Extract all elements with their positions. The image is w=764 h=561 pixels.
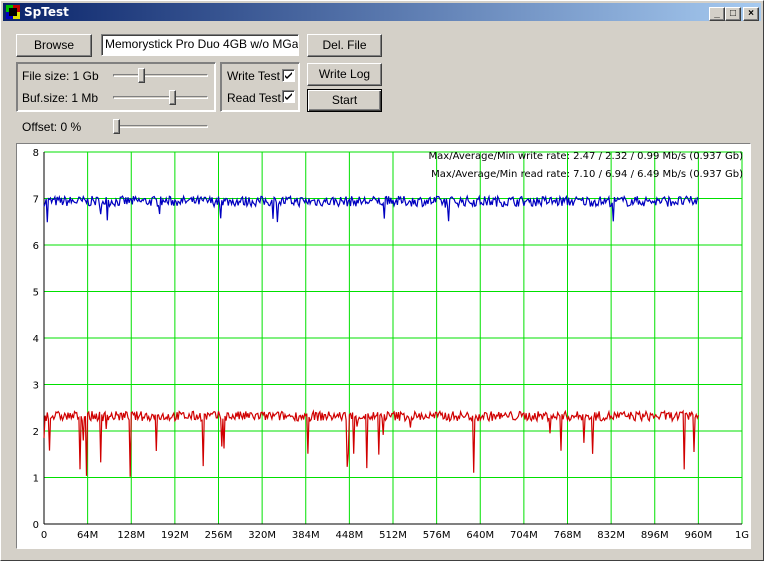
x-tick-label: 576M: [423, 530, 451, 541]
x-tick-label: 64M: [77, 530, 98, 541]
write-test-checkbox[interactable]: [282, 69, 295, 82]
x-tick-label: 704M: [510, 530, 538, 541]
y-tick-label: 0: [33, 520, 39, 531]
x-tick-label: 896M: [641, 530, 669, 541]
x-tick-label: 384M: [292, 530, 320, 541]
write-log-button[interactable]: Write Log: [307, 63, 382, 86]
y-tick-label: 5: [33, 288, 39, 299]
maximize-button[interactable]: □: [725, 7, 741, 21]
x-tick-label: 768M: [554, 530, 582, 541]
x-tick-label: 1G: [735, 530, 749, 541]
x-tick-label: 960M: [685, 530, 713, 541]
y-tick-label: 1: [33, 474, 39, 485]
x-tick-label: 192M: [161, 530, 189, 541]
x-tick-label: 448M: [336, 530, 364, 541]
y-tick-label: 2: [33, 427, 39, 438]
title-bar[interactable]: SpTest _ □ ×: [3, 3, 761, 21]
y-tick-label: 4: [33, 334, 39, 345]
speed-chart: 0 1 2 3 4 5 6 7 8 0 64M 128M 192M 256M 320M 384M 448M 51…: [33, 148, 749, 541]
checkmark-icon: [285, 72, 292, 79]
buf-size-slider-thumb[interactable]: [169, 90, 176, 105]
y-tick-label: 3: [33, 381, 39, 392]
x-tick-label: 256M: [205, 530, 233, 541]
read-rate-series: [43, 194, 699, 223]
close-button[interactable]: ×: [743, 7, 759, 21]
x-tick-label: 0: [41, 530, 47, 541]
buf-size-slider-track[interactable]: [113, 96, 208, 99]
x-tick-label: 832M: [597, 530, 625, 541]
file-path-input[interactable]: Memorystick Pro Duo 4GB w/o MGate: [101, 34, 299, 56]
read-test-label[interactable]: Read Test: [227, 91, 281, 105]
buf-size-label: Buf.size: 1 Mb: [22, 91, 99, 105]
offset-label: Offset: 0 %: [22, 120, 82, 134]
del-file-button[interactable]: Del. File: [307, 34, 382, 57]
y-axis-ticks: 0 1 2 3 4 5 6 7 8: [33, 148, 39, 531]
minimize-button[interactable]: _: [709, 7, 725, 21]
app-icon: [6, 5, 20, 19]
browse-button[interactable]: Browse: [16, 34, 92, 57]
file-size-label: File size: 1 Gb: [22, 69, 99, 83]
maximize-icon: □: [729, 8, 737, 19]
speed-graph: 0 1 2 3 4 5 6 7 8 0 64M 128M 192M 256M 320M 384M 448M 51…: [16, 143, 751, 549]
series-lines: [43, 194, 699, 477]
read-test-checkbox[interactable]: [282, 90, 295, 103]
offset-slider-track[interactable]: [113, 125, 208, 128]
file-size-slider-thumb[interactable]: [138, 68, 145, 83]
close-icon: ×: [748, 8, 754, 19]
read-rate-annotation: Max/Average/Min read rate: 7.10 / 6.94 /…: [431, 169, 743, 180]
sptest-window: SpTest _ □ × Browse Memorystick Pro Duo …: [0, 0, 764, 561]
file-size-slider-track[interactable]: [113, 74, 208, 77]
minimize-icon: _: [714, 8, 720, 19]
x-tick-label: 128M: [117, 530, 145, 541]
x-tick-label: 640M: [466, 530, 494, 541]
start-button[interactable]: Start: [307, 89, 382, 112]
x-tick-label: 512M: [379, 530, 407, 541]
grid: [43, 151, 743, 525]
x-axis-ticks: 0 64M 128M 192M 256M 320M 384M 448M 512M 576M 640M…: [41, 530, 749, 541]
write-test-label[interactable]: Write Test: [227, 69, 280, 83]
write-rate-annotation: Max/Average/Min write rate: 2.47 / 2.32 …: [429, 151, 744, 162]
checkmark-icon: [285, 93, 292, 100]
offset-slider-thumb[interactable]: [113, 119, 120, 134]
y-tick-label: 8: [33, 148, 39, 159]
window-title: SpTest: [24, 5, 69, 19]
y-tick-label: 6: [33, 241, 39, 252]
y-tick-label: 7: [33, 195, 39, 206]
x-tick-label: 320M: [248, 530, 276, 541]
write-rate-series: [43, 409, 699, 477]
